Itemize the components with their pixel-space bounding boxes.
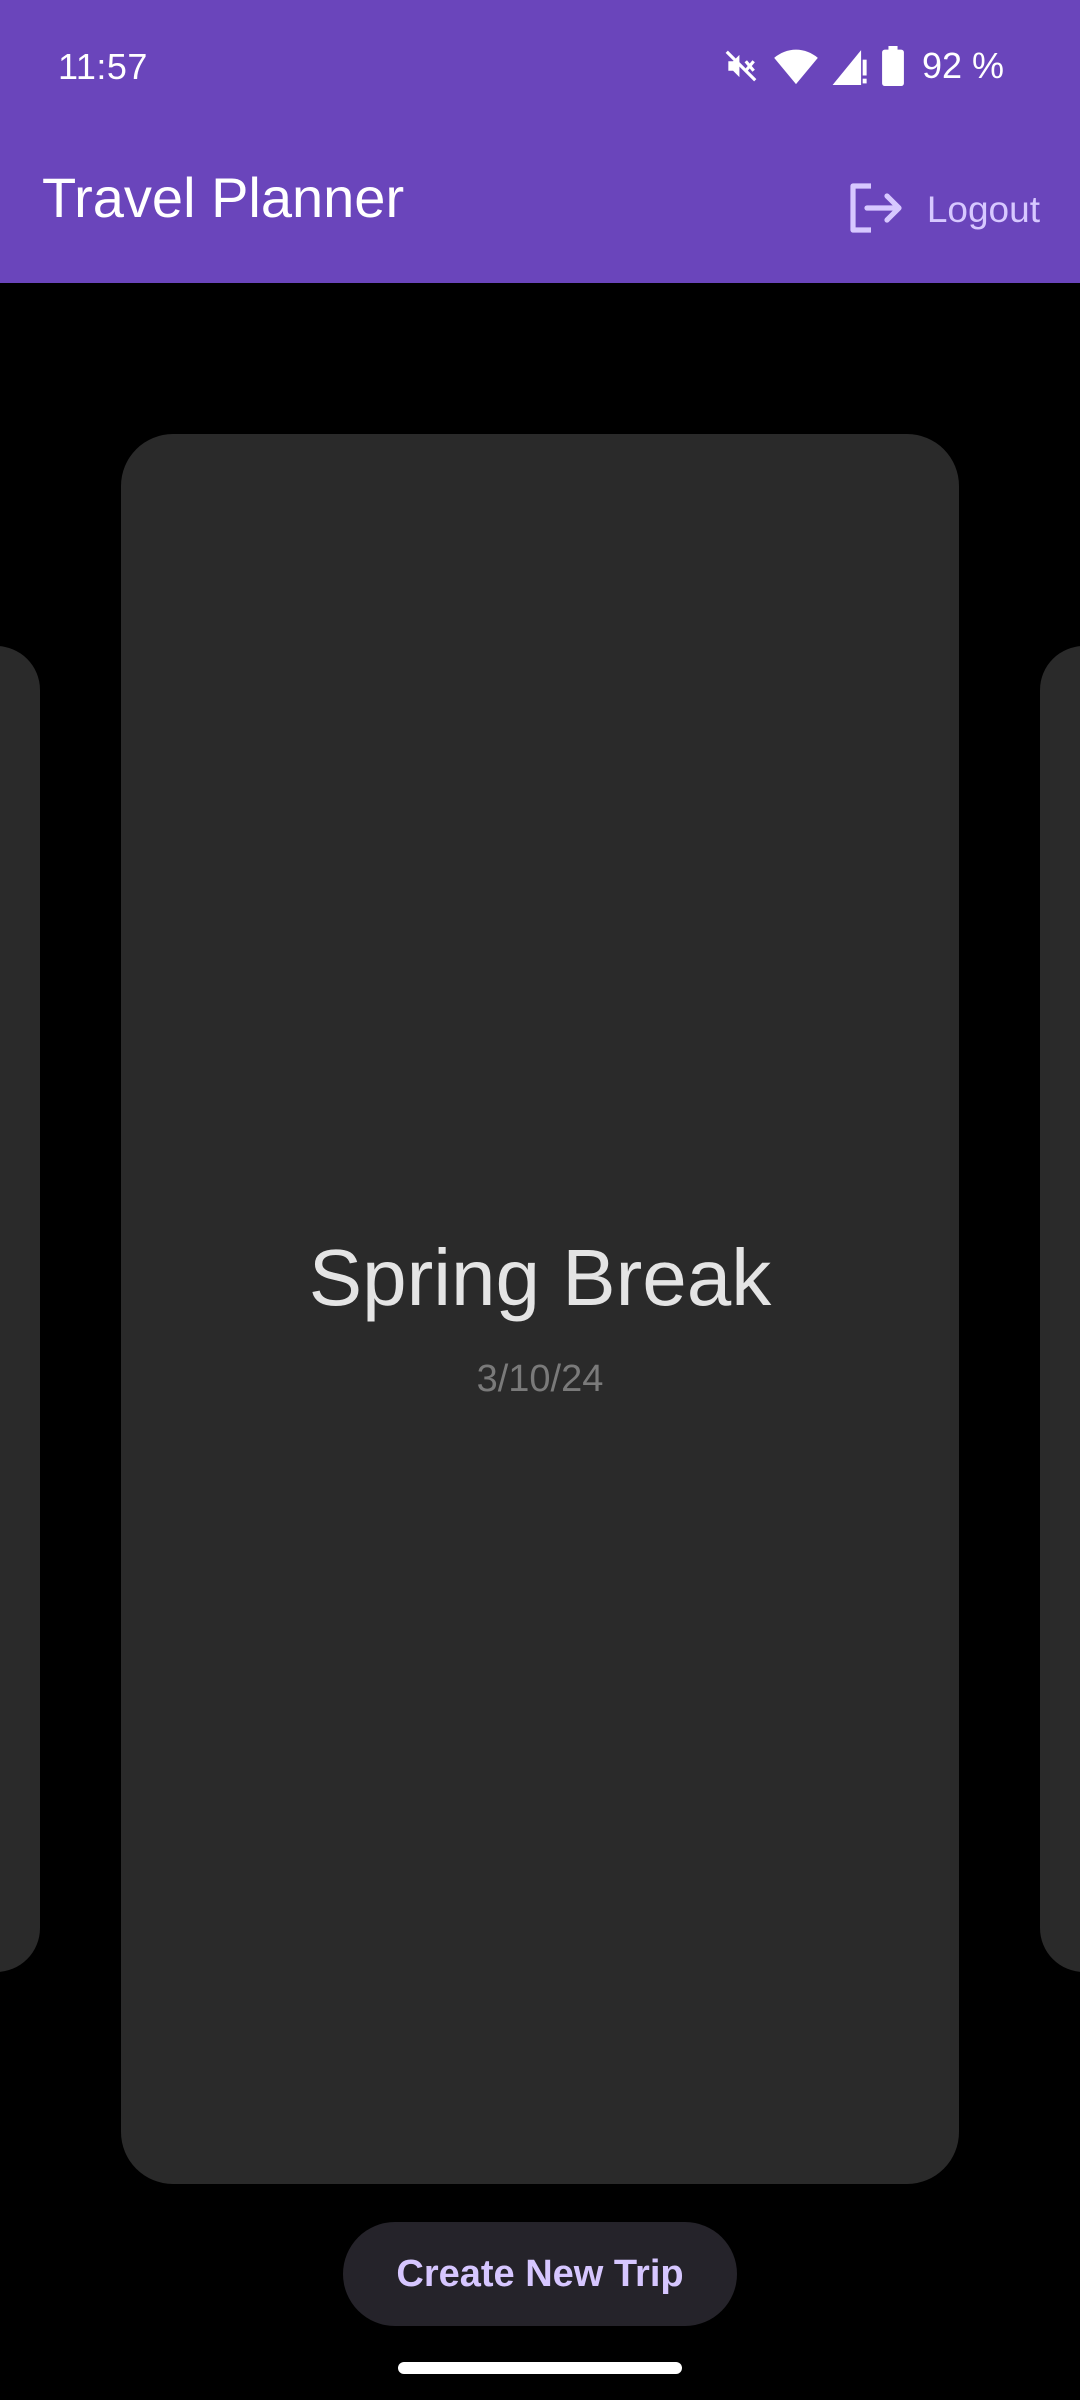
logout-label: Logout <box>926 189 1040 230</box>
wifi-icon <box>774 46 818 86</box>
mute-icon <box>722 47 760 85</box>
logout-icon <box>847 182 903 239</box>
status-time: 11:57 <box>58 46 148 87</box>
page-title: Travel Planner <box>42 166 405 229</box>
trip-title: Spring Break <box>308 1233 772 1322</box>
trip-date: 3/10/24 <box>476 1358 604 1400</box>
create-new-trip-button[interactable]: Create New Trip <box>343 2222 737 2326</box>
app-bar: 11:57 92 % Travel Planner Logout <box>0 0 1080 283</box>
create-new-trip-label: Create New Trip <box>396 2252 684 2295</box>
next-trip-card[interactable] <box>1040 646 1080 1972</box>
trip-card[interactable]: Spring Break 3/10/24 <box>121 434 959 2184</box>
battery-percent: 92 % <box>921 45 1004 86</box>
signal-icon <box>832 47 868 85</box>
battery-icon <box>882 46 904 86</box>
status-icons: 92 % <box>722 40 1004 92</box>
logout-button[interactable]: Logout <box>847 180 1040 240</box>
previous-trip-card[interactable] <box>0 646 40 1972</box>
home-indicator[interactable] <box>398 2362 682 2374</box>
screen: 11:57 92 % Travel Planner Logout Spring … <box>0 0 1080 2400</box>
